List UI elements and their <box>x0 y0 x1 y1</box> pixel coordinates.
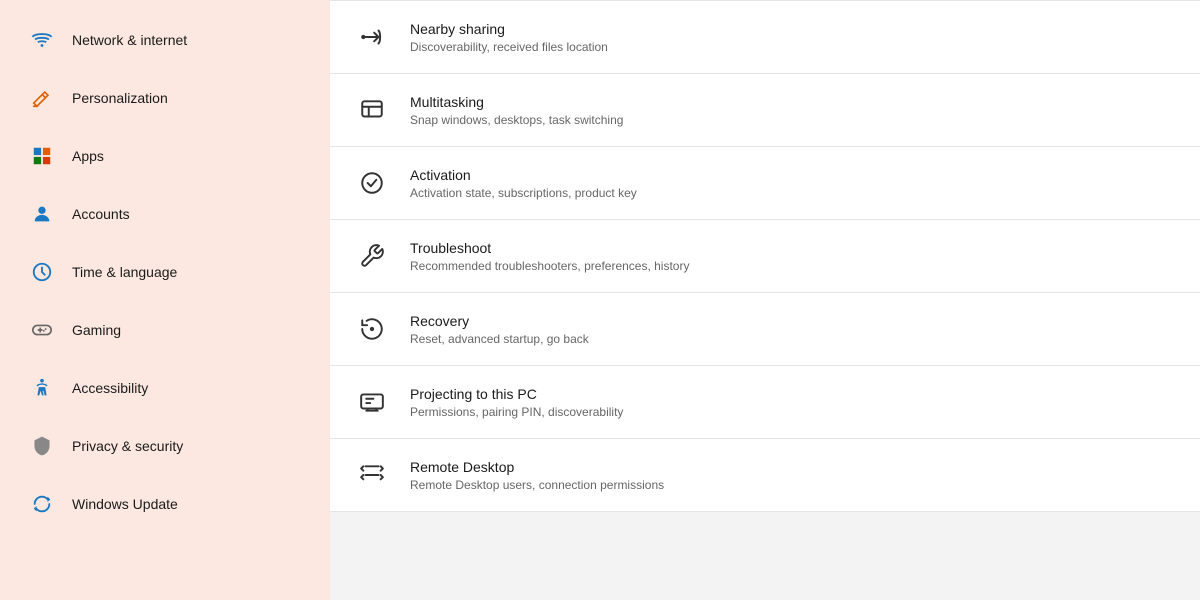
remote-desktop-desc: Remote Desktop users, connection permiss… <box>410 478 664 492</box>
sidebar-label-accounts: Accounts <box>72 206 130 222</box>
sidebar-item-personalization[interactable]: Personalization <box>8 70 322 126</box>
remote-desktop-icon <box>354 457 390 493</box>
multitasking-desc: Snap windows, desktops, task switching <box>410 113 623 127</box>
time-icon <box>28 258 56 286</box>
settings-list: Nearby sharing Discoverability, received… <box>330 0 1200 512</box>
nearby-sharing-icon <box>354 19 390 55</box>
projecting-text: Projecting to this PC Permissions, pairi… <box>410 386 623 419</box>
nearby-sharing-title: Nearby sharing <box>410 21 608 37</box>
sidebar-label-personalization: Personalization <box>72 90 168 106</box>
troubleshoot-text: Troubleshoot Recommended troubleshooters… <box>410 240 689 273</box>
troubleshoot-icon <box>354 238 390 274</box>
multitasking-icon <box>354 92 390 128</box>
sidebar-label-accessibility: Accessibility <box>72 380 148 396</box>
sidebar-item-apps[interactable]: Apps <box>8 128 322 184</box>
update-icon <box>28 490 56 518</box>
network-icon <box>28 26 56 54</box>
projecting-desc: Permissions, pairing PIN, discoverabilit… <box>410 405 623 419</box>
sidebar-label-apps: Apps <box>72 148 104 164</box>
settings-item-recovery[interactable]: Recovery Reset, advanced startup, go bac… <box>330 293 1200 366</box>
activation-title: Activation <box>410 167 637 183</box>
settings-item-troubleshoot[interactable]: Troubleshoot Recommended troubleshooters… <box>330 220 1200 293</box>
projecting-title: Projecting to this PC <box>410 386 623 402</box>
sidebar-item-time[interactable]: Time & language <box>8 244 322 300</box>
sidebar-item-privacy[interactable]: Privacy & security <box>8 418 322 474</box>
remote-desktop-text: Remote Desktop Remote Desktop users, con… <box>410 459 664 492</box>
accounts-icon <box>28 200 56 228</box>
troubleshoot-desc: Recommended troubleshooters, preferences… <box>410 259 689 273</box>
multitasking-title: Multitasking <box>410 94 623 110</box>
recovery-desc: Reset, advanced startup, go back <box>410 332 589 346</box>
recovery-text: Recovery Reset, advanced startup, go bac… <box>410 313 589 346</box>
gaming-icon <box>28 316 56 344</box>
projecting-icon <box>354 384 390 420</box>
settings-item-multitasking[interactable]: Multitasking Snap windows, desktops, tas… <box>330 74 1200 147</box>
nearby-sharing-desc: Discoverability, received files location <box>410 40 608 54</box>
remote-desktop-title: Remote Desktop <box>410 459 664 475</box>
sidebar-item-gaming[interactable]: Gaming <box>8 302 322 358</box>
sidebar-label-privacy: Privacy & security <box>72 438 183 454</box>
sidebar: Network & internet Personalization Apps <box>0 0 330 600</box>
privacy-icon <box>28 432 56 460</box>
multitasking-text: Multitasking Snap windows, desktops, tas… <box>410 94 623 127</box>
activation-text: Activation Activation state, subscriptio… <box>410 167 637 200</box>
sidebar-label-gaming: Gaming <box>72 322 121 338</box>
recovery-icon <box>354 311 390 347</box>
sidebar-label-time: Time & language <box>72 264 177 280</box>
apps-icon <box>28 142 56 170</box>
sidebar-item-update[interactable]: Windows Update <box>8 476 322 532</box>
sidebar-label-update: Windows Update <box>72 496 178 512</box>
activation-desc: Activation state, subscriptions, product… <box>410 186 637 200</box>
sidebar-label-network: Network & internet <box>72 32 187 48</box>
activation-icon <box>354 165 390 201</box>
nearby-sharing-text: Nearby sharing Discoverability, received… <box>410 21 608 54</box>
recovery-title: Recovery <box>410 313 589 329</box>
sidebar-item-accessibility[interactable]: Accessibility <box>8 360 322 416</box>
main-content: Nearby sharing Discoverability, received… <box>330 0 1200 600</box>
sidebar-item-network[interactable]: Network & internet <box>8 12 322 68</box>
sidebar-item-accounts[interactable]: Accounts <box>8 186 322 242</box>
troubleshoot-title: Troubleshoot <box>410 240 689 256</box>
settings-item-projecting[interactable]: Projecting to this PC Permissions, pairi… <box>330 366 1200 439</box>
settings-item-remote-desktop[interactable]: Remote Desktop Remote Desktop users, con… <box>330 439 1200 512</box>
settings-item-activation[interactable]: Activation Activation state, subscriptio… <box>330 147 1200 220</box>
personalization-icon <box>28 84 56 112</box>
settings-item-nearby-sharing[interactable]: Nearby sharing Discoverability, received… <box>330 0 1200 74</box>
accessibility-icon <box>28 374 56 402</box>
